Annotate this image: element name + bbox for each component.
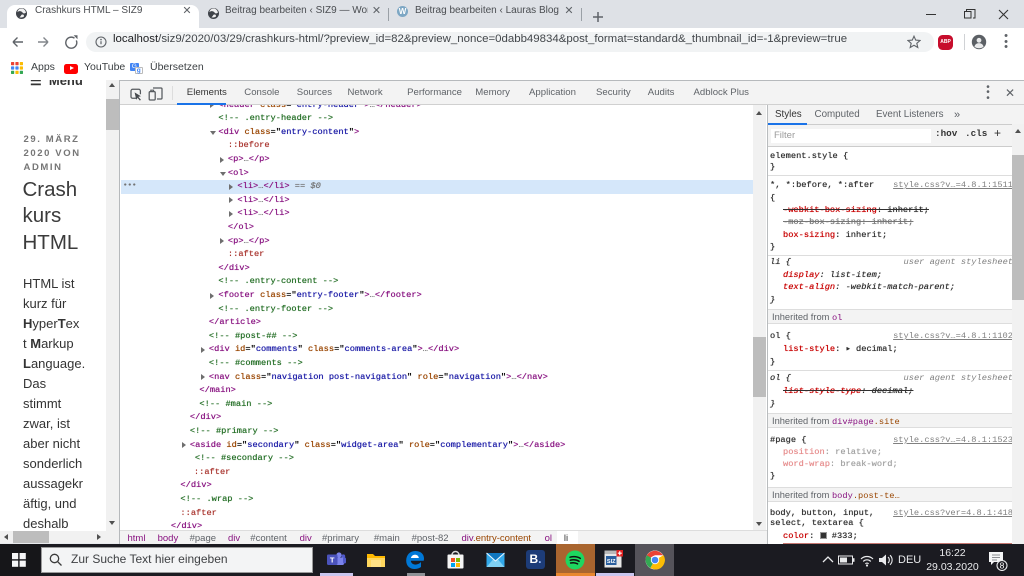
svg-text:T: T xyxy=(330,556,335,565)
svg-text:8: 8 xyxy=(1000,561,1005,571)
svg-text:SIZ: SIZ xyxy=(607,559,616,565)
